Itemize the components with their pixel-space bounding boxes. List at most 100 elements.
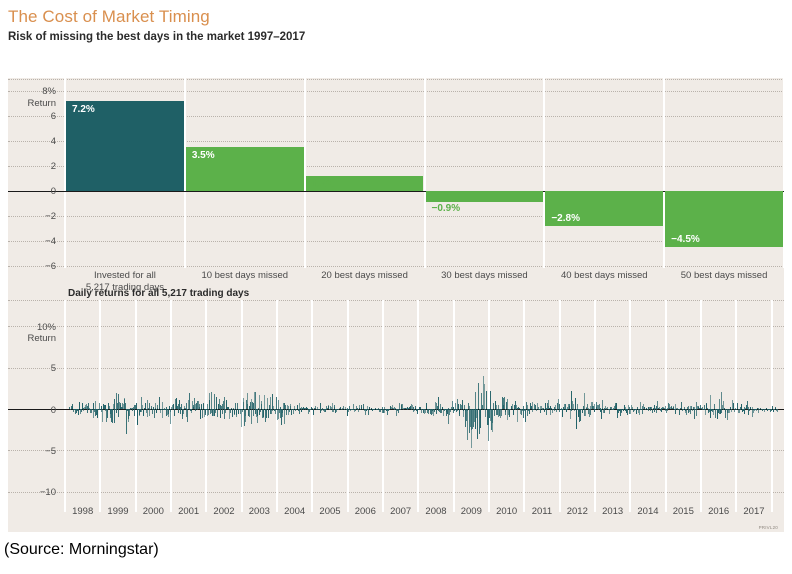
year-label: 2011 [531,506,553,517]
daily-return-bar [562,409,564,410]
daily-return-bar [241,409,243,412]
daily-return-bar [304,409,306,411]
daily-return-bar [546,409,547,415]
daily-return-bar [299,409,300,414]
daily-return-bar [191,409,192,414]
daily-return-bar [667,409,668,412]
daily-return-bar [743,409,745,415]
bottom-chart-plot-area [65,314,784,504]
y-axis-tick-label: −6 [45,261,56,272]
y-axis-tick-label: −2 [45,211,56,222]
source-caption: (Source: Morningstar) [4,541,159,558]
daily-return-bar [154,409,155,419]
year-label: 2010 [496,506,518,517]
daily-return-bar [709,394,711,409]
category-label: 40 best days missed [560,270,648,281]
daily-return-bar [211,392,213,409]
daily-return-bar [208,409,209,416]
bar-value-label: 1.2% [311,178,335,190]
daily-return-bar [642,409,643,415]
year-label: 2013 [602,506,624,517]
daily-return-bar [310,409,312,410]
daily-return-bar [441,409,442,414]
gridline [8,300,784,301]
daily-return-bar [738,409,740,414]
daily-return-bar [475,391,477,409]
daily-return-bar [117,409,119,417]
year-label: 2014 [637,506,659,517]
daily-return-bar [156,409,157,414]
daily-return-bar [581,409,583,413]
daily-return-bar [161,402,163,409]
daily-return-bar [282,409,283,417]
daily-return-bar [756,409,757,412]
daily-return-bar [231,409,233,417]
page-subtitle: Risk of missing the best days in the mar… [8,31,306,43]
daily-return-bar [187,409,188,422]
bar [425,190,544,202]
daily-return-bar [674,409,676,414]
daily-return-bar [595,409,596,410]
daily-return-bar [661,409,662,412]
year-label: 2002 [213,506,235,517]
bar-value-label: −2.8% [551,212,580,224]
daily-return-bar [544,409,545,412]
daily-return-bar [566,409,568,410]
year-label: 2007 [390,506,412,517]
daily-return-bar [240,409,242,427]
year-label: 2004 [284,506,306,517]
daily-return-bar [459,409,460,415]
year-label: 2009 [460,506,482,517]
daily-return-bar [389,408,390,410]
daily-return-bar [647,409,649,411]
y-axis-tick-label: −5 [45,445,56,457]
daily-return-bar [590,409,591,415]
top-bar-chart: 8% Return 6 4 2 0 −2 −4 −6 7.2% 3.5% 1.2% −0.9% −2.… [8,78,785,293]
daily-return-bar [115,409,117,414]
y-axis-tick-label: 0 [50,404,56,416]
year-label: 2000 [142,506,164,517]
year-label: 1998 [72,506,94,517]
daily-return-bar [679,409,681,410]
daily-return-bar [505,409,506,416]
daily-return-bar [173,409,175,416]
year-label: 1999 [107,506,129,517]
daily-return-bar [693,409,695,419]
daily-return-bar [362,409,363,410]
daily-return-bar [95,400,96,409]
top-chart-plot-area: 7.2% 3.5% 1.2% −0.9% −2.8% −4.5% [65,78,784,278]
daily-return-bar [277,399,279,409]
year-label: 2008 [425,506,447,517]
daily-return-bar [107,409,109,418]
year-label: 2006 [354,506,376,517]
daily-return-bar [90,409,92,414]
daily-return-bar [214,409,216,413]
daily-return-bar [301,409,302,413]
daily-return-bar [188,392,190,409]
category-label: 10 best days missed [201,270,289,281]
daily-return-bar [689,409,691,415]
y-axis-tick-label: 6 [50,111,56,122]
daily-return-bar [150,409,151,411]
daily-return-bar [603,409,605,413]
daily-return-bar [292,409,294,414]
daily-return-bar [260,409,261,413]
daily-return-bar [506,398,508,409]
y-axis-tick-label: 2 [50,161,56,172]
daily-return-bar [114,398,115,409]
year-label: 2005 [319,506,341,517]
daily-return-bar [178,409,179,414]
bottom-daily-returns-chart: Daily returns for all 5,217 trading days… [8,288,784,532]
daily-return-bar [480,409,481,419]
category-label: 30 best days missed [441,270,528,281]
daily-return-bar [129,409,130,417]
daily-return-bar [399,408,401,410]
daily-return-bar [748,409,750,412]
daily-return-bar [509,409,511,410]
daily-return-bar [777,409,778,413]
daily-return-bar [484,384,485,409]
daily-return-bar [245,409,246,416]
daily-return-bar [97,409,98,418]
daily-return-bar [528,409,530,415]
daily-return-bar [549,409,551,415]
